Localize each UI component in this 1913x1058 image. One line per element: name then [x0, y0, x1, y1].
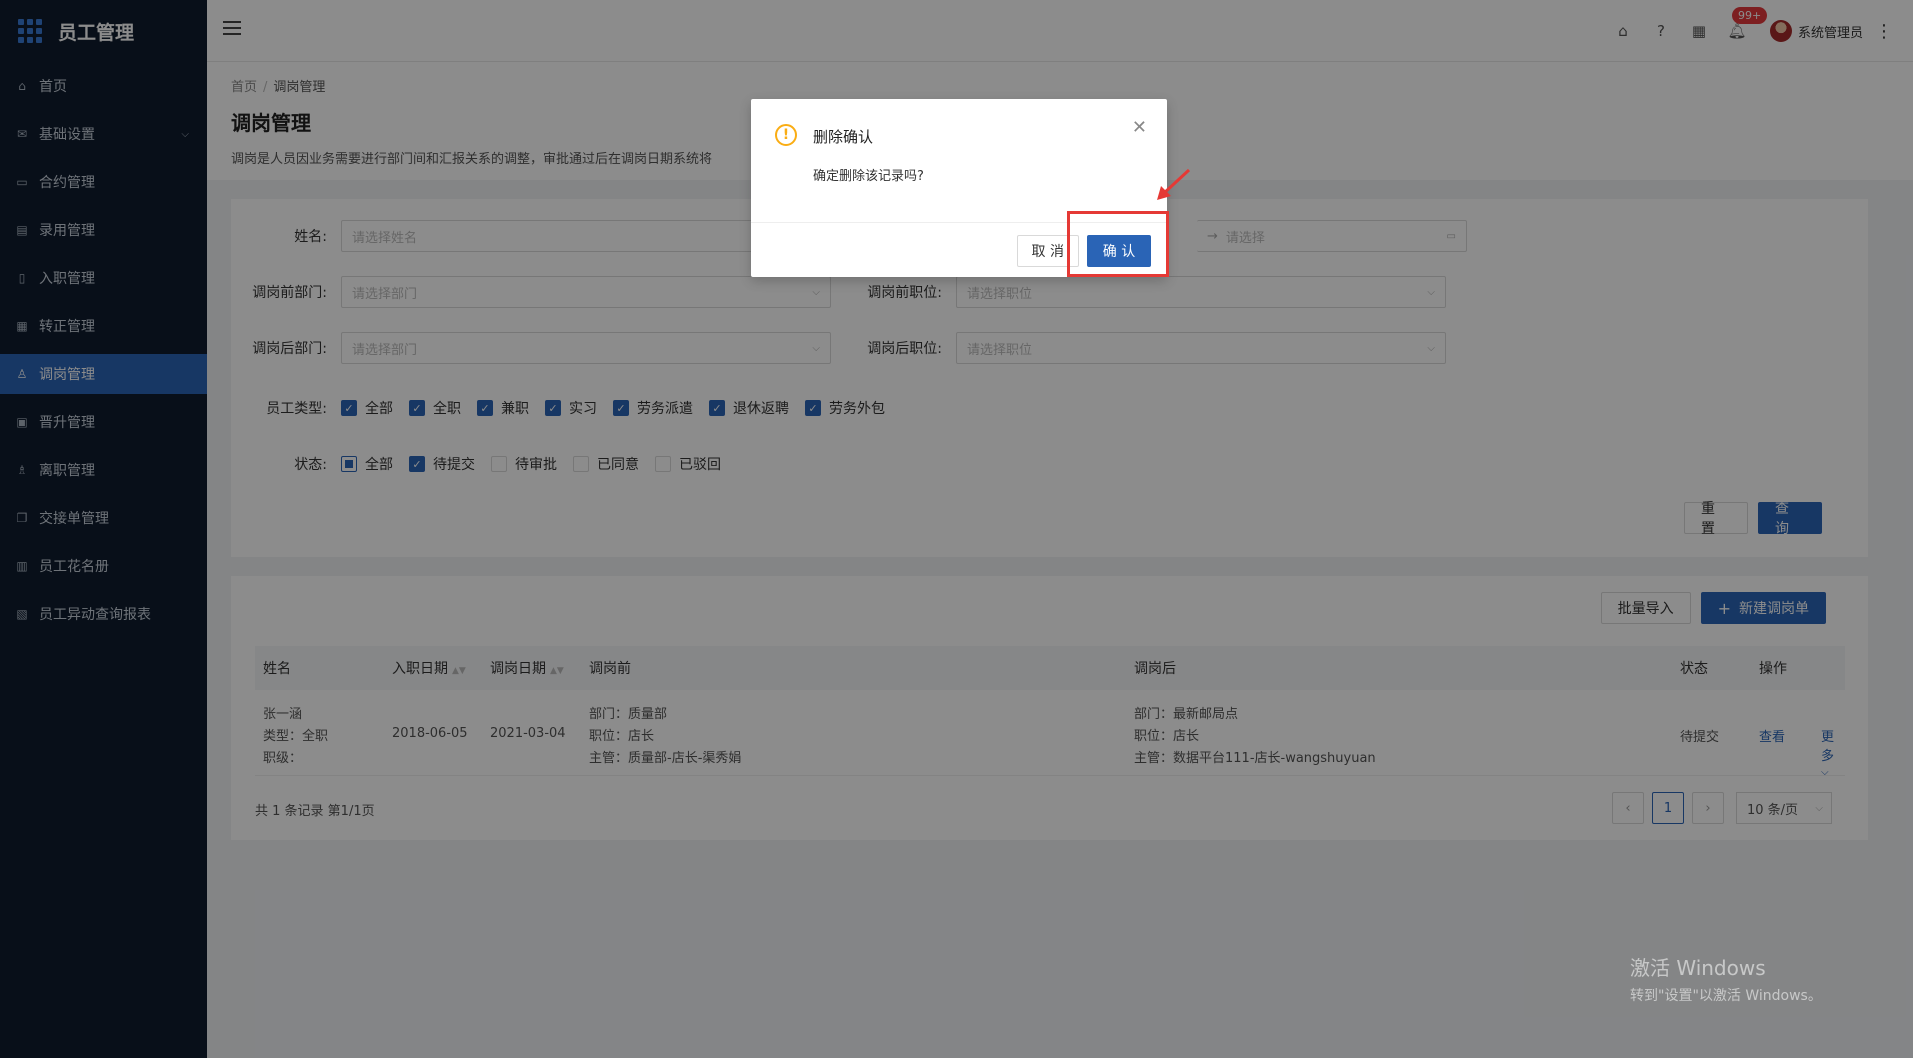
windows-activation-watermark: 激活 Windows 转到"设置"以激活 Windows。 [1630, 952, 1822, 1005]
watermark-line2: 转到"设置"以激活 Windows。 [1630, 988, 1822, 1004]
modal-title: 删除确认 [813, 128, 874, 146]
modal-message: 确定删除该记录吗? [813, 169, 924, 184]
annotation-arrow-icon [1157, 168, 1191, 200]
close-icon[interactable]: ✕ [1132, 117, 1147, 138]
annotation-highlight-box [1067, 211, 1169, 277]
watermark-line1: 激活 Windows [1630, 956, 1766, 980]
warning-icon: ! [775, 124, 797, 146]
